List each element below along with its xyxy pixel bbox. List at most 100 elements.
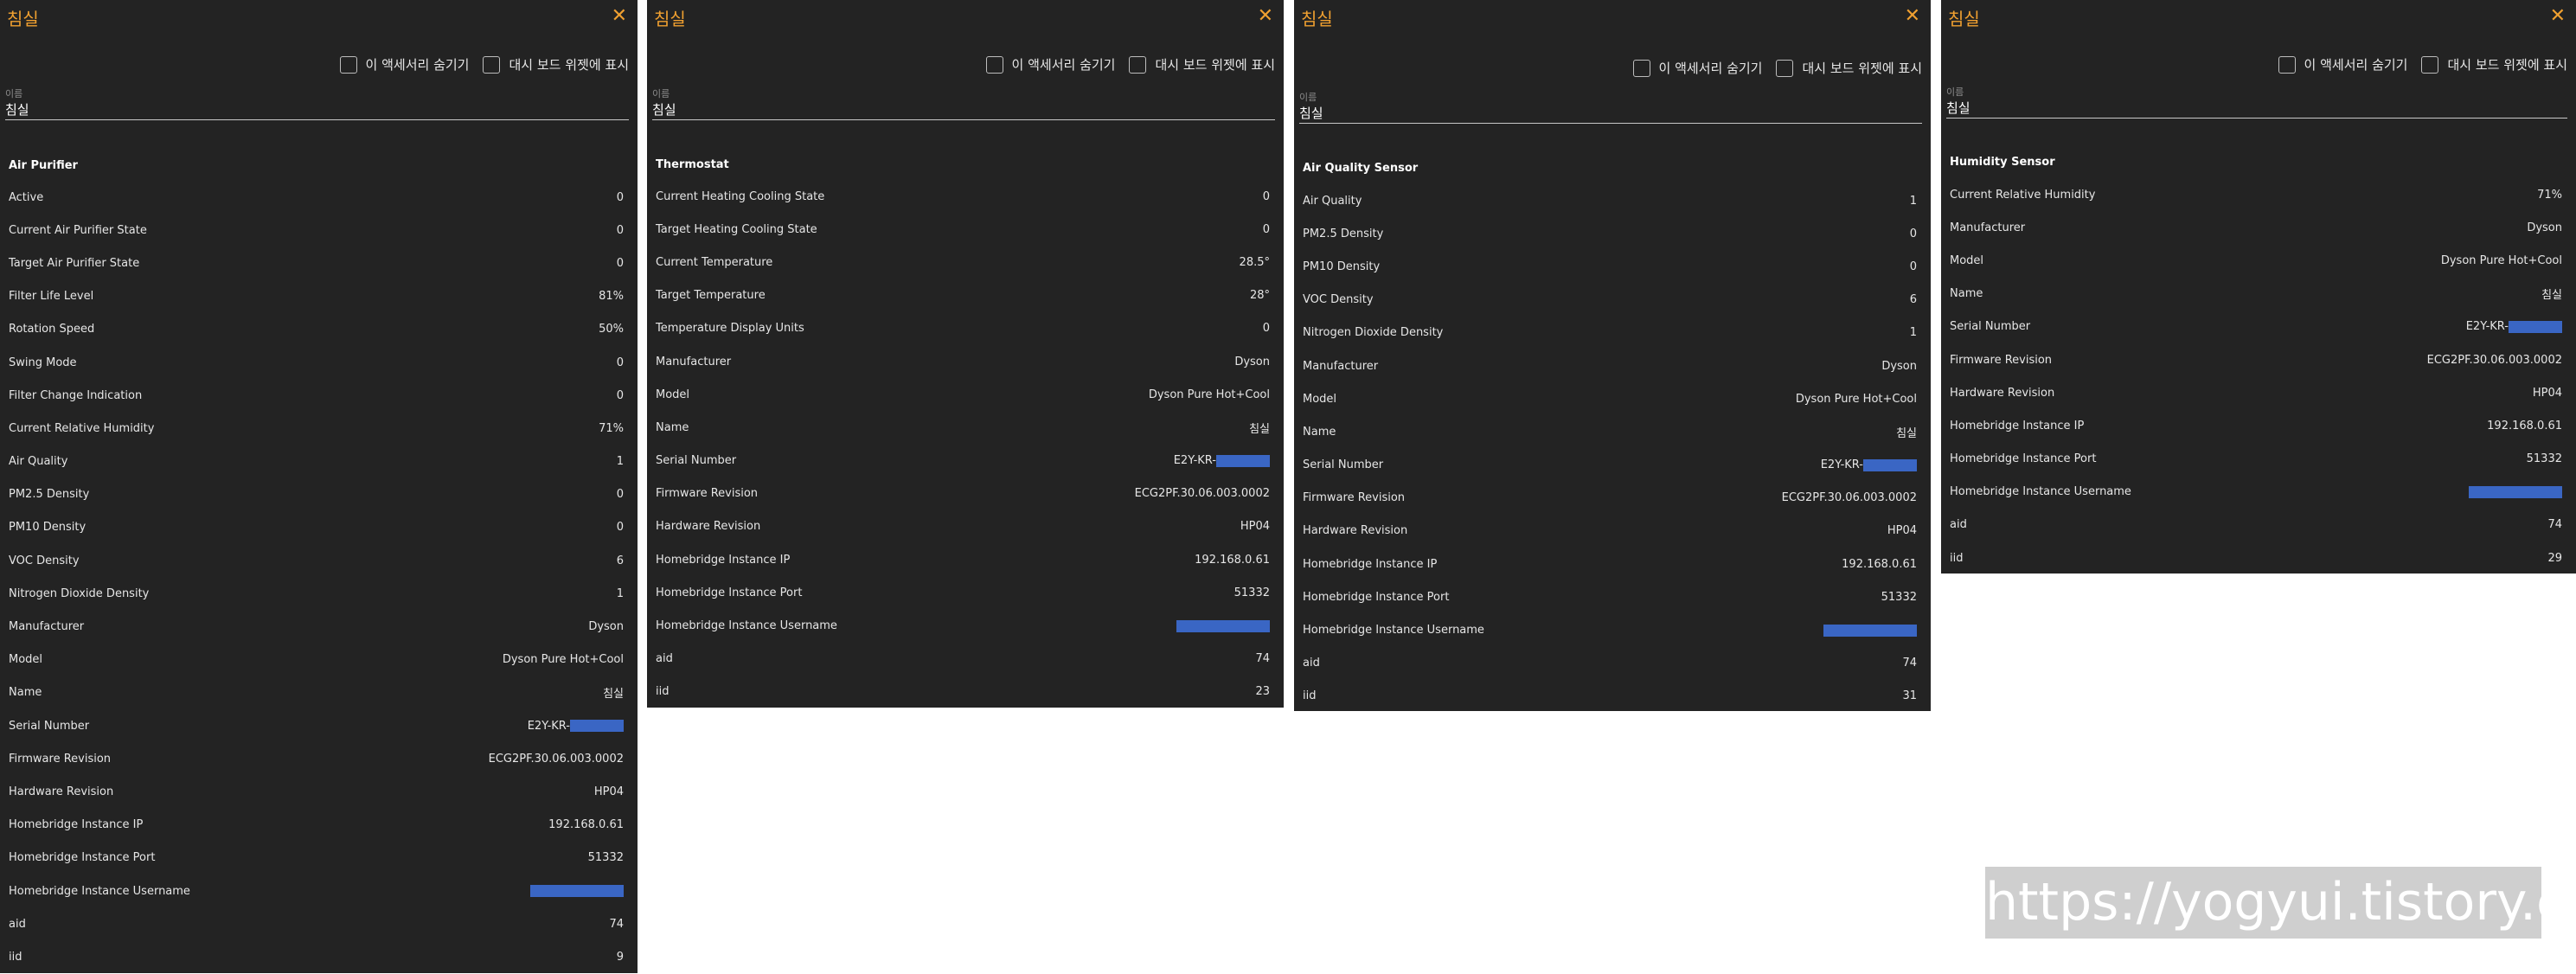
checkbox-box[interactable] — [2421, 55, 2439, 74]
checkbox-box[interactable] — [1129, 55, 1147, 74]
checkbox-box[interactable] — [1632, 59, 1650, 77]
characteristic-value: 74 — [2547, 518, 2562, 532]
characteristic-value-wrap: 9 — [617, 951, 624, 964]
dashboard-widget-checkbox[interactable]: 대시 보드 위젯에 표시 — [1129, 55, 1275, 74]
characteristic-label: Model — [9, 653, 43, 667]
characteristic-row: Firmware Revision ECG2PF.30.06.003.0002 — [647, 477, 1284, 510]
characteristic-label: Active — [9, 190, 44, 204]
characteristic-label: iid — [1303, 689, 1317, 703]
name-field-label: 이름 — [5, 88, 23, 99]
dashboard-widget-label: 대시 보드 위젯에 표시 — [1802, 61, 1922, 76]
characteristic-row: iid 23 — [647, 676, 1284, 708]
characteristic-row: Firmware Revision ECG2PF.30.06.003.0002 — [1294, 482, 1931, 515]
characteristic-value: 침실 — [1896, 426, 1917, 440]
service-section-title: Thermostat — [656, 158, 729, 171]
characteristic-label: Name — [656, 420, 689, 434]
characteristic-value: 0 — [1909, 260, 1917, 273]
hide-accessory-checkbox[interactable]: 이 액세서리 숨기기 — [339, 55, 469, 74]
checkbox-box[interactable] — [985, 55, 1003, 74]
dashboard-widget-checkbox[interactable]: 대시 보드 위젯에 표시 — [483, 55, 629, 74]
close-icon[interactable]: ✕ — [1258, 7, 1273, 26]
characteristic-value-wrap: 1 — [617, 587, 624, 600]
characteristic-value: HP04 — [1887, 524, 1917, 538]
characteristic-row: Homebridge Instance Username — [0, 875, 638, 907]
dashboard-widget-checkbox[interactable]: 대시 보드 위젯에 표시 — [1776, 59, 1922, 77]
characteristic-value: 28.5° — [1239, 255, 1270, 269]
characteristic-value-wrap: ECG2PF.30.06.003.0002 — [1782, 491, 1917, 504]
name-input[interactable]: 침실 — [1946, 99, 2567, 119]
service-section-title: Air Purifier — [9, 159, 78, 172]
characteristic-value: 침실 — [2541, 289, 2562, 303]
characteristic-label: Serial Number — [9, 719, 90, 733]
characteristic-label: Homebridge Instance Username — [1950, 485, 2131, 499]
redaction-mark — [1823, 624, 1917, 637]
characteristic-label: Name — [1950, 287, 1983, 301]
characteristic-value: ECG2PF.30.06.003.0002 — [1781, 491, 1917, 505]
service-section-title: Air Quality Sensor — [1303, 162, 1419, 175]
characteristic-value-wrap: 0 — [617, 389, 624, 402]
checkbox-box[interactable] — [483, 55, 501, 74]
close-icon[interactable]: ✕ — [612, 7, 627, 26]
characteristic-value: Dyson — [1234, 355, 1270, 368]
characteristic-value-wrap: ECG2PF.30.06.003.0002 — [489, 753, 624, 766]
name-input[interactable]: 침실 — [1299, 104, 1922, 124]
characteristic-label: aid — [656, 652, 673, 666]
characteristic-value: 31 — [1902, 689, 1917, 703]
characteristic-value-wrap: 51332 — [1234, 586, 1270, 599]
characteristic-value: 192.168.0.61 — [2487, 419, 2562, 433]
name-input[interactable]: 침실 — [5, 100, 629, 120]
characteristic-value-wrap: HP04 — [1240, 520, 1270, 533]
characteristic-label: Firmware Revision — [1303, 491, 1406, 505]
characteristic-value-wrap: ECG2PF.30.06.003.0002 — [1135, 487, 1270, 500]
characteristic-row: Current Relative Humidity 71% — [1941, 178, 2576, 211]
hide-accessory-checkbox[interactable]: 이 액세서리 숨기기 — [2278, 55, 2407, 74]
characteristic-value: 29 — [2547, 551, 2562, 565]
characteristic-value: 0 — [1262, 322, 1270, 336]
characteristic-row: VOC Density 6 — [1294, 284, 1931, 317]
hide-accessory-checkbox[interactable]: 이 액세서리 숨기기 — [1632, 59, 1762, 77]
characteristic-value-wrap: 74 — [1902, 657, 1917, 670]
characteristic-label: Homebridge Instance IP — [1303, 557, 1438, 571]
checkbox-box[interactable] — [339, 55, 357, 74]
characteristic-label: VOC Density — [9, 554, 80, 567]
characteristic-label: Air Quality — [1303, 194, 1362, 208]
characteristic-value-wrap: 1 — [617, 455, 624, 468]
characteristic-value: E2Y-KR- — [1820, 458, 1863, 472]
characteristic-value: 0 — [1262, 222, 1270, 236]
characteristic-value-wrap: 0 — [617, 356, 624, 369]
characteristic-label: Serial Number — [1950, 320, 2031, 334]
characteristic-value-wrap: 28° — [1250, 289, 1270, 302]
characteristic-value: 0 — [616, 256, 624, 270]
dashboard-widget-label: 대시 보드 위젯에 표시 — [1155, 57, 1275, 73]
redaction-mark — [530, 885, 624, 898]
characteristic-row: Current Temperature 28.5° — [647, 246, 1284, 279]
characteristic-value-wrap: 23 — [1255, 685, 1270, 698]
characteristic-value: 0 — [616, 488, 624, 502]
characteristic-value-wrap: 침실 — [1249, 420, 1270, 436]
characteristic-value-wrap: 0 — [1263, 322, 1270, 335]
characteristic-label: Filter Change Indication — [9, 388, 143, 402]
close-icon[interactable]: ✕ — [2550, 7, 2566, 26]
characteristic-row: Air Quality 1 — [1294, 184, 1931, 217]
characteristic-value: Dyson — [1881, 359, 1917, 373]
characteristic-label: Air Quality — [9, 455, 68, 469]
characteristic-label: PM2.5 Density — [9, 488, 90, 502]
characteristic-label: Model — [656, 388, 690, 401]
checkbox-box[interactable] — [2278, 55, 2296, 74]
characteristic-value: 51332 — [1234, 586, 1270, 599]
characteristic-label: Nitrogen Dioxide Density — [9, 586, 150, 600]
name-input[interactable]: 침실 — [652, 100, 1275, 120]
dashboard-widget-checkbox[interactable]: 대시 보드 위젯에 표시 — [2421, 55, 2567, 74]
hide-accessory-label: 이 액세서리 숨기기 — [1011, 57, 1116, 73]
characteristic-row: Hardware Revision HP04 — [647, 510, 1284, 543]
characteristic-label: Manufacturer — [1950, 221, 2026, 234]
hide-accessory-checkbox[interactable]: 이 액세서리 숨기기 — [985, 55, 1116, 74]
characteristic-row: Manufacturer Dyson — [1294, 349, 1931, 382]
characteristic-value: 74 — [609, 917, 624, 931]
characteristic-row: Manufacturer Dyson — [0, 610, 638, 643]
checkbox-box[interactable] — [1776, 59, 1794, 77]
name-field-label: 이름 — [1299, 92, 1317, 103]
accessory-panel-air-quality-sensor: 침실 ✕ 이 액세서리 숨기기 대시 보드 위젯에 표시 이름 침실 Air Q… — [1294, 0, 1931, 711]
characteristic-value-wrap: 74 — [2547, 518, 2562, 531]
close-icon[interactable]: ✕ — [1905, 7, 1920, 26]
